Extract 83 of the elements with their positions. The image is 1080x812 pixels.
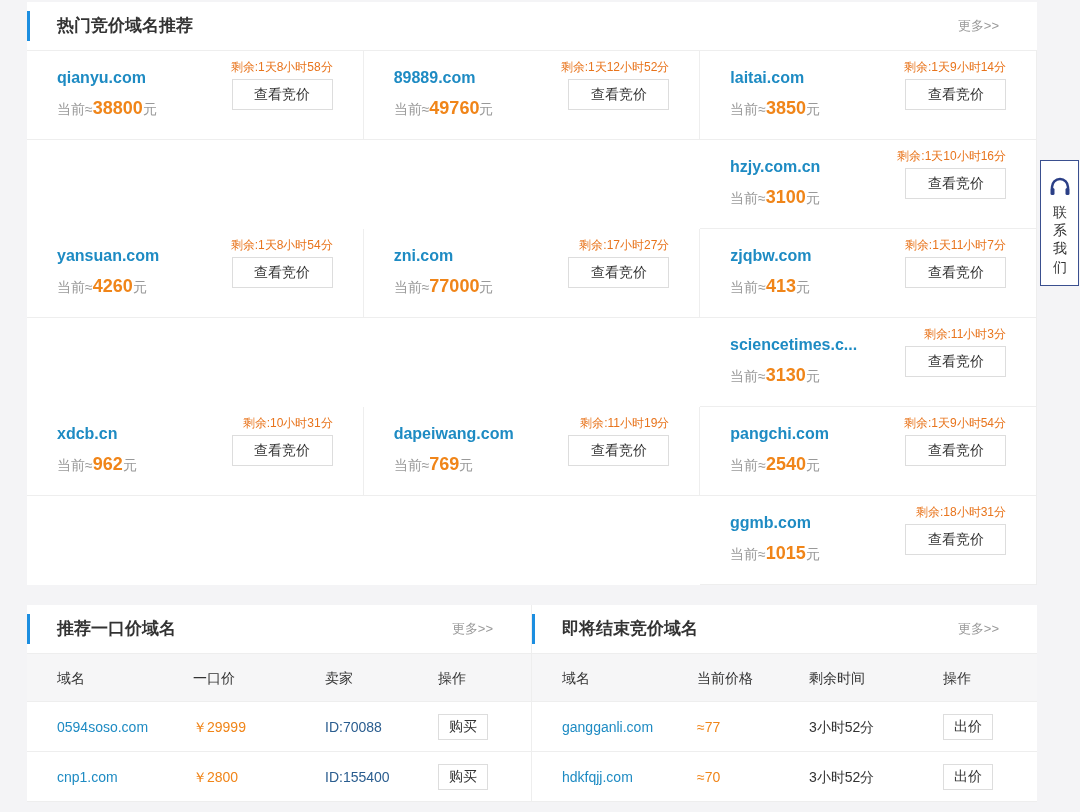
column-header: 域名 [57, 669, 85, 686]
domain-link[interactable]: dapeiwang.com [393, 423, 514, 445]
domain-link[interactable]: cnp1.com [57, 768, 118, 785]
current-price: 当前≈3130元 [730, 364, 821, 387]
column-header: 一口价 [193, 669, 235, 686]
current-price: 当前≈77000元 [393, 275, 494, 298]
table-cell: 3小时52分 [809, 718, 875, 735]
current-price: 当前≈38800元 [57, 97, 157, 120]
accent-bar [532, 614, 535, 644]
current-price: 当前≈1015元 [730, 542, 820, 565]
view-bid-button[interactable]: 查看竞价 [905, 79, 1006, 110]
accent-bar [27, 11, 30, 41]
column-header: 域名 [562, 669, 590, 686]
more-link[interactable]: 更多>> [957, 16, 999, 36]
table-cell: ≈70 [697, 768, 721, 785]
view-bid-button[interactable]: 查看竞价 [231, 79, 333, 110]
view-bid-button[interactable]: 查看竞价 [905, 435, 1006, 466]
current-price: 当前≈4260元 [57, 275, 148, 298]
view-bid-button[interactable]: 查看竞价 [905, 257, 1006, 288]
column-header: 操作 [438, 669, 466, 686]
domain-link[interactable]: hzjy.com.cn [730, 156, 821, 178]
view-bid-button[interactable]: 查看竞价 [568, 435, 670, 466]
table-cell: ID:70088 [325, 718, 382, 735]
domain-link[interactable]: pangchi.com [730, 423, 829, 445]
action-button[interactable]: 购买 [438, 763, 488, 790]
remaining-time: 剩余:1天11小时7分 [904, 237, 1006, 253]
contact-us-tab[interactable]: 联系我们 [1040, 160, 1079, 286]
accent-bar [27, 614, 30, 644]
view-bid-button[interactable]: 查看竞价 [905, 346, 1006, 377]
remaining-time: 剩余:10小时31分 [242, 415, 333, 431]
domain-link[interactable]: hdkfqjj.com [562, 768, 633, 785]
current-price: 当前≈413元 [730, 275, 812, 298]
view-bid-button[interactable]: 查看竞价 [231, 257, 333, 288]
remaining-time: 剩余:1天8小时54分 [230, 237, 333, 253]
domain-link[interactable]: gangganli.com [562, 718, 654, 735]
action-button[interactable]: 出价 [943, 763, 993, 790]
current-price: 当前≈3850元 [730, 97, 821, 120]
domain-link[interactable]: qianyu.com [57, 67, 157, 89]
section-title: 推荐一口价域名 [57, 618, 176, 641]
current-price: 当前≈3100元 [730, 186, 821, 209]
table-cell: ID:155400 [325, 768, 390, 785]
remaining-time: 剩余:11小时3分 [923, 326, 1006, 342]
remaining-time: 剩余:17小时27分 [579, 237, 670, 253]
domain-link[interactable]: xdcb.cn [57, 423, 137, 445]
view-bid-button[interactable]: 查看竞价 [568, 257, 670, 288]
more-link[interactable]: 更多>> [957, 619, 999, 639]
view-bid-button[interactable]: 查看竞价 [905, 524, 1006, 555]
column-header: 剩余时间 [809, 669, 865, 686]
action-button[interactable]: 出价 [943, 713, 993, 740]
current-price: 当前≈2540元 [730, 453, 822, 476]
section-title: 即将结束竞价域名 [562, 618, 698, 641]
remaining-time: 剩余:1天8小时58分 [230, 59, 333, 75]
domain-link[interactable]: 0594soso.com [57, 718, 149, 735]
current-price: 当前≈962元 [57, 453, 137, 476]
section-title: 热门竞价域名推荐 [57, 15, 193, 38]
domain-link[interactable]: zni.com [393, 245, 494, 267]
more-link[interactable]: 更多>> [451, 619, 493, 639]
action-button[interactable]: 购买 [438, 713, 488, 740]
remaining-time: 剩余:1天10小时16分 [897, 148, 1006, 164]
contact-label: 联系我们 [1052, 203, 1067, 276]
table-cell: ￥29999 [193, 718, 246, 735]
remaining-time: 剩余:1天9小时54分 [903, 415, 1006, 431]
current-price: 当前≈49760元 [393, 97, 494, 120]
remaining-time: 剩余:1天9小时14分 [903, 59, 1006, 75]
column-header: 操作 [943, 669, 971, 686]
remaining-time: 剩余:1天12小时52分 [560, 59, 670, 75]
table-cell: 3小时52分 [809, 768, 875, 785]
remaining-time: 剩余:18小时31分 [915, 504, 1006, 520]
table-cell: ￥2800 [193, 768, 239, 785]
current-price: 当前≈769元 [393, 453, 475, 476]
domain-link[interactable]: 89889.com [393, 67, 494, 89]
column-header: 当前价格 [697, 669, 753, 686]
domain-link[interactable]: yansuan.com [57, 245, 160, 267]
view-bid-button[interactable]: 查看竞价 [905, 168, 1006, 199]
table-cell: ≈77 [697, 718, 721, 735]
domain-link[interactable]: ggmb.com [730, 512, 820, 534]
domain-link[interactable]: sciencetimes.c... [730, 334, 858, 356]
remaining-time: 剩余:11小时19分 [580, 415, 670, 431]
column-header: 卖家 [325, 669, 353, 686]
view-bid-button[interactable]: 查看竞价 [231, 435, 333, 466]
domain-link[interactable]: zjqbw.com [730, 245, 812, 267]
view-bid-button[interactable]: 查看竞价 [568, 79, 670, 110]
domain-link[interactable]: laitai.com [730, 67, 821, 89]
